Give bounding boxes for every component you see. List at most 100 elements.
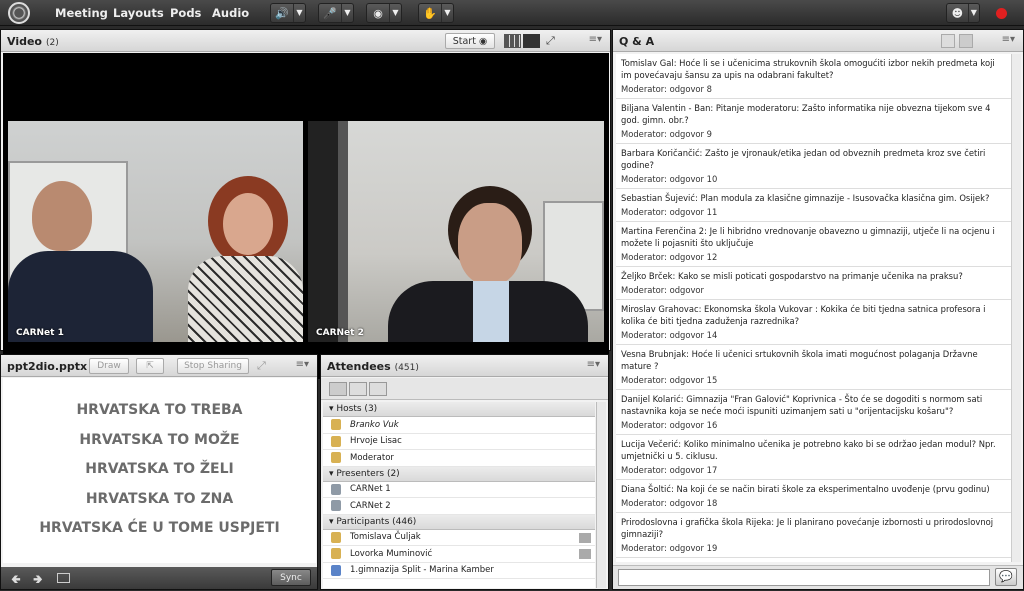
- qa-item[interactable]: Danijel Kolarić: Gimnazija "Fran Galović…: [616, 390, 1011, 435]
- qa-scrollbar[interactable]: [1011, 54, 1021, 562]
- chevron-down-icon[interactable]: ▼: [389, 4, 401, 22]
- send-question-button[interactable]: 💬: [995, 568, 1017, 586]
- qa-question-input[interactable]: [618, 569, 990, 586]
- attendee-row[interactable]: Lovorka Muminović: [323, 546, 595, 563]
- qa-answer: Moderator: odgovor 18: [621, 498, 718, 508]
- fullscreen-icon[interactable]: ⤢: [546, 34, 555, 48]
- presenter-icon: [331, 483, 341, 495]
- slide-line: HRVATSKA TO ŽELI: [85, 461, 234, 477]
- attendees-scrollbar[interactable]: [596, 402, 606, 588]
- qa-answer: Moderator: odgovor 17: [621, 465, 718, 475]
- attendee-section-participants[interactable]: ▾ Participants (446): [323, 514, 595, 530]
- chat-status-icon: [579, 549, 591, 559]
- chevron-down-icon[interactable]: ▼: [341, 4, 353, 22]
- speaker-button[interactable]: 🔊 ▼: [270, 3, 306, 23]
- attendee-row[interactable]: Hrvoje Lisac: [323, 433, 595, 450]
- qa-item[interactable]: Martina Ferenčina 2: Je li hibridno vred…: [616, 222, 1011, 267]
- qa-item[interactable]: Tomislav Gal: Hoće li se i učenicima str…: [616, 54, 1011, 99]
- person-woman-face: [223, 193, 273, 255]
- attendee-row[interactable]: Tomislava Čuljak: [323, 529, 595, 546]
- qa-answer: Moderator: odgovor 16: [621, 420, 718, 430]
- pod-options-icon[interactable]: ≡▾: [296, 359, 309, 370]
- attendee-name: Lovorka Muminović: [350, 548, 433, 559]
- qa-question: Vesna Brubnjak: Hoće li učenici srtukovn…: [621, 349, 978, 371]
- qa-question: Miroslav Grahovac: Ekonomska škola Vukov…: [621, 304, 986, 326]
- camera-button[interactable]: ◉ ▼: [366, 3, 402, 23]
- attendee-row[interactable]: Branko Vuk: [323, 417, 595, 434]
- pod-options-icon[interactable]: ≡▾: [589, 34, 602, 45]
- start-webcam-button[interactable]: Start ◉: [445, 33, 495, 49]
- menu-pods[interactable]: Pods: [170, 6, 201, 20]
- attendee-name: Tomislava Čuljak: [350, 532, 421, 543]
- video-feed-carnet-2[interactable]: CARNet 2: [308, 121, 604, 342]
- attendee-name: CARNet 2: [350, 500, 391, 511]
- fullscreen-icon[interactable]: ⤢: [257, 359, 266, 373]
- person-woman-sweater: [188, 256, 303, 342]
- pod-options-icon[interactable]: ≡▾: [587, 359, 600, 370]
- draw-button[interactable]: Draw: [89, 358, 129, 374]
- qa-item[interactable]: Vesna Brubnjak: Hoće li učenici srtukovn…: [616, 345, 1011, 390]
- video-stage: CARNet 1 CARNet 2: [3, 53, 609, 379]
- camera-icon: ◉: [373, 6, 383, 20]
- menu-audio[interactable]: Audio: [212, 6, 249, 20]
- attendee-section-hosts[interactable]: ▾ Hosts (3): [323, 402, 595, 417]
- host-icon: [331, 419, 341, 431]
- sync-button[interactable]: Sync: [271, 569, 311, 586]
- video-feed-carnet-1[interactable]: CARNet 1: [8, 121, 303, 342]
- breakout-icon[interactable]: [349, 382, 367, 396]
- chevron-down-icon[interactable]: ▼: [967, 4, 979, 22]
- previous-slide-icon[interactable]: 🢀: [11, 570, 21, 591]
- qa-question: Prirodoslovna i grafička škola Rijeka: J…: [621, 517, 994, 539]
- pointer-tool-icon[interactable]: ⇱: [136, 358, 164, 374]
- attendee-name: Hrvoje Lisac: [350, 436, 402, 447]
- next-slide-icon[interactable]: 🢂: [33, 570, 43, 591]
- attendee-row[interactable]: CARNet 1: [323, 481, 595, 498]
- slide-line: HRVATSKA ĆE U TOME USPJETI: [39, 520, 280, 536]
- attendee-name: Branko Vuk: [350, 419, 399, 430]
- attendee-row[interactable]: CARNet 2: [323, 498, 595, 515]
- qa-item[interactable]: Željko Brček: Kako se misli poticati gos…: [616, 267, 1011, 300]
- person-man-glasses: [32, 181, 92, 251]
- speech-bubble-icon: 💬: [999, 570, 1013, 583]
- qa-item[interactable]: Miroslav Grahovac: Ekonomska škola Vukov…: [616, 300, 1011, 345]
- account-button[interactable]: ☻ ▼: [946, 3, 980, 23]
- slide-view-icon[interactable]: [57, 573, 70, 583]
- presentation-slide: HRVATSKA TO TREBA HRVATSKA TO MOŽE HRVAT…: [3, 378, 316, 563]
- raise-hand-button[interactable]: ✋ ▼: [418, 3, 454, 23]
- qa-pod: Q & A ≡▾ Tomislav Gal: Hoće li se i učen…: [612, 29, 1024, 590]
- attendee-row[interactable]: 1.gimnazija Split - Marina Kamber: [323, 562, 595, 579]
- qa-question: Danijel Kolarić: Gimnazija "Fran Galović…: [621, 394, 983, 416]
- menu-meeting[interactable]: Meeting: [55, 6, 108, 20]
- qa-view-icon[interactable]: [941, 34, 955, 48]
- pod-options-icon[interactable]: ≡▾: [1002, 34, 1015, 45]
- sync-label: Sync: [280, 573, 302, 583]
- attendees-pod: Attendees (451) ≡▾ ▾ Hosts (3) Branko Vuk…: [320, 354, 609, 590]
- attendee-section-presenters[interactable]: ▾ Presenters (2): [323, 466, 595, 482]
- qa-item[interactable]: Sebastian Šujević: Plan modula za klasič…: [616, 189, 1011, 222]
- stop-sharing-button[interactable]: Stop Sharing: [177, 358, 249, 374]
- filmstrip-layout-icon[interactable]: [523, 34, 540, 48]
- attendees-pod-header: Attendees (451) ≡▾: [321, 355, 608, 377]
- qa-answer: Moderator: odgovor 11: [621, 207, 718, 217]
- qa-question-list: Tomislav Gal: Hoće li se i učenicima str…: [616, 54, 1011, 562]
- attendee-status-icon[interactable]: [369, 382, 387, 396]
- qa-question: Lucija Večerić: Koliko minimalno učenika…: [621, 439, 996, 461]
- qa-item[interactable]: Diana Šoltić: Na koji će se način birati…: [616, 480, 1011, 513]
- chevron-down-icon[interactable]: ▼: [293, 4, 305, 22]
- attendee-row[interactable]: Moderator: [323, 450, 595, 467]
- qa-item[interactable]: Prirodoslovna i grafička škola Rijeka: J…: [616, 513, 1011, 558]
- video-pod-title: Video (2): [7, 35, 59, 48]
- chevron-down-icon[interactable]: ▼: [441, 4, 453, 22]
- menu-layouts[interactable]: Layouts: [113, 6, 164, 20]
- qa-presenter-icon[interactable]: [959, 34, 973, 48]
- speaker-icon: 🔊: [275, 6, 289, 20]
- qa-item[interactable]: Biljana Valentin - Ban: Pitanje moderato…: [616, 99, 1011, 144]
- grid-layout-icon[interactable]: [504, 34, 521, 48]
- recording-status-icon[interactable]: [996, 8, 1007, 19]
- share-pod: ppt2dio.pptx Draw ⇱ Stop Sharing ⤢ ≡▾ HR…: [0, 354, 318, 590]
- qa-item[interactable]: Barbara Koričančić: Zašto je vjronauk/et…: [616, 144, 1011, 189]
- microphone-button[interactable]: 🎤 ▼: [318, 3, 354, 23]
- list-view-icon[interactable]: [329, 382, 347, 396]
- qa-item[interactable]: Lucija Večerić: Koliko minimalno učenika…: [616, 435, 1011, 480]
- raise-hand-icon: ✋: [423, 6, 437, 20]
